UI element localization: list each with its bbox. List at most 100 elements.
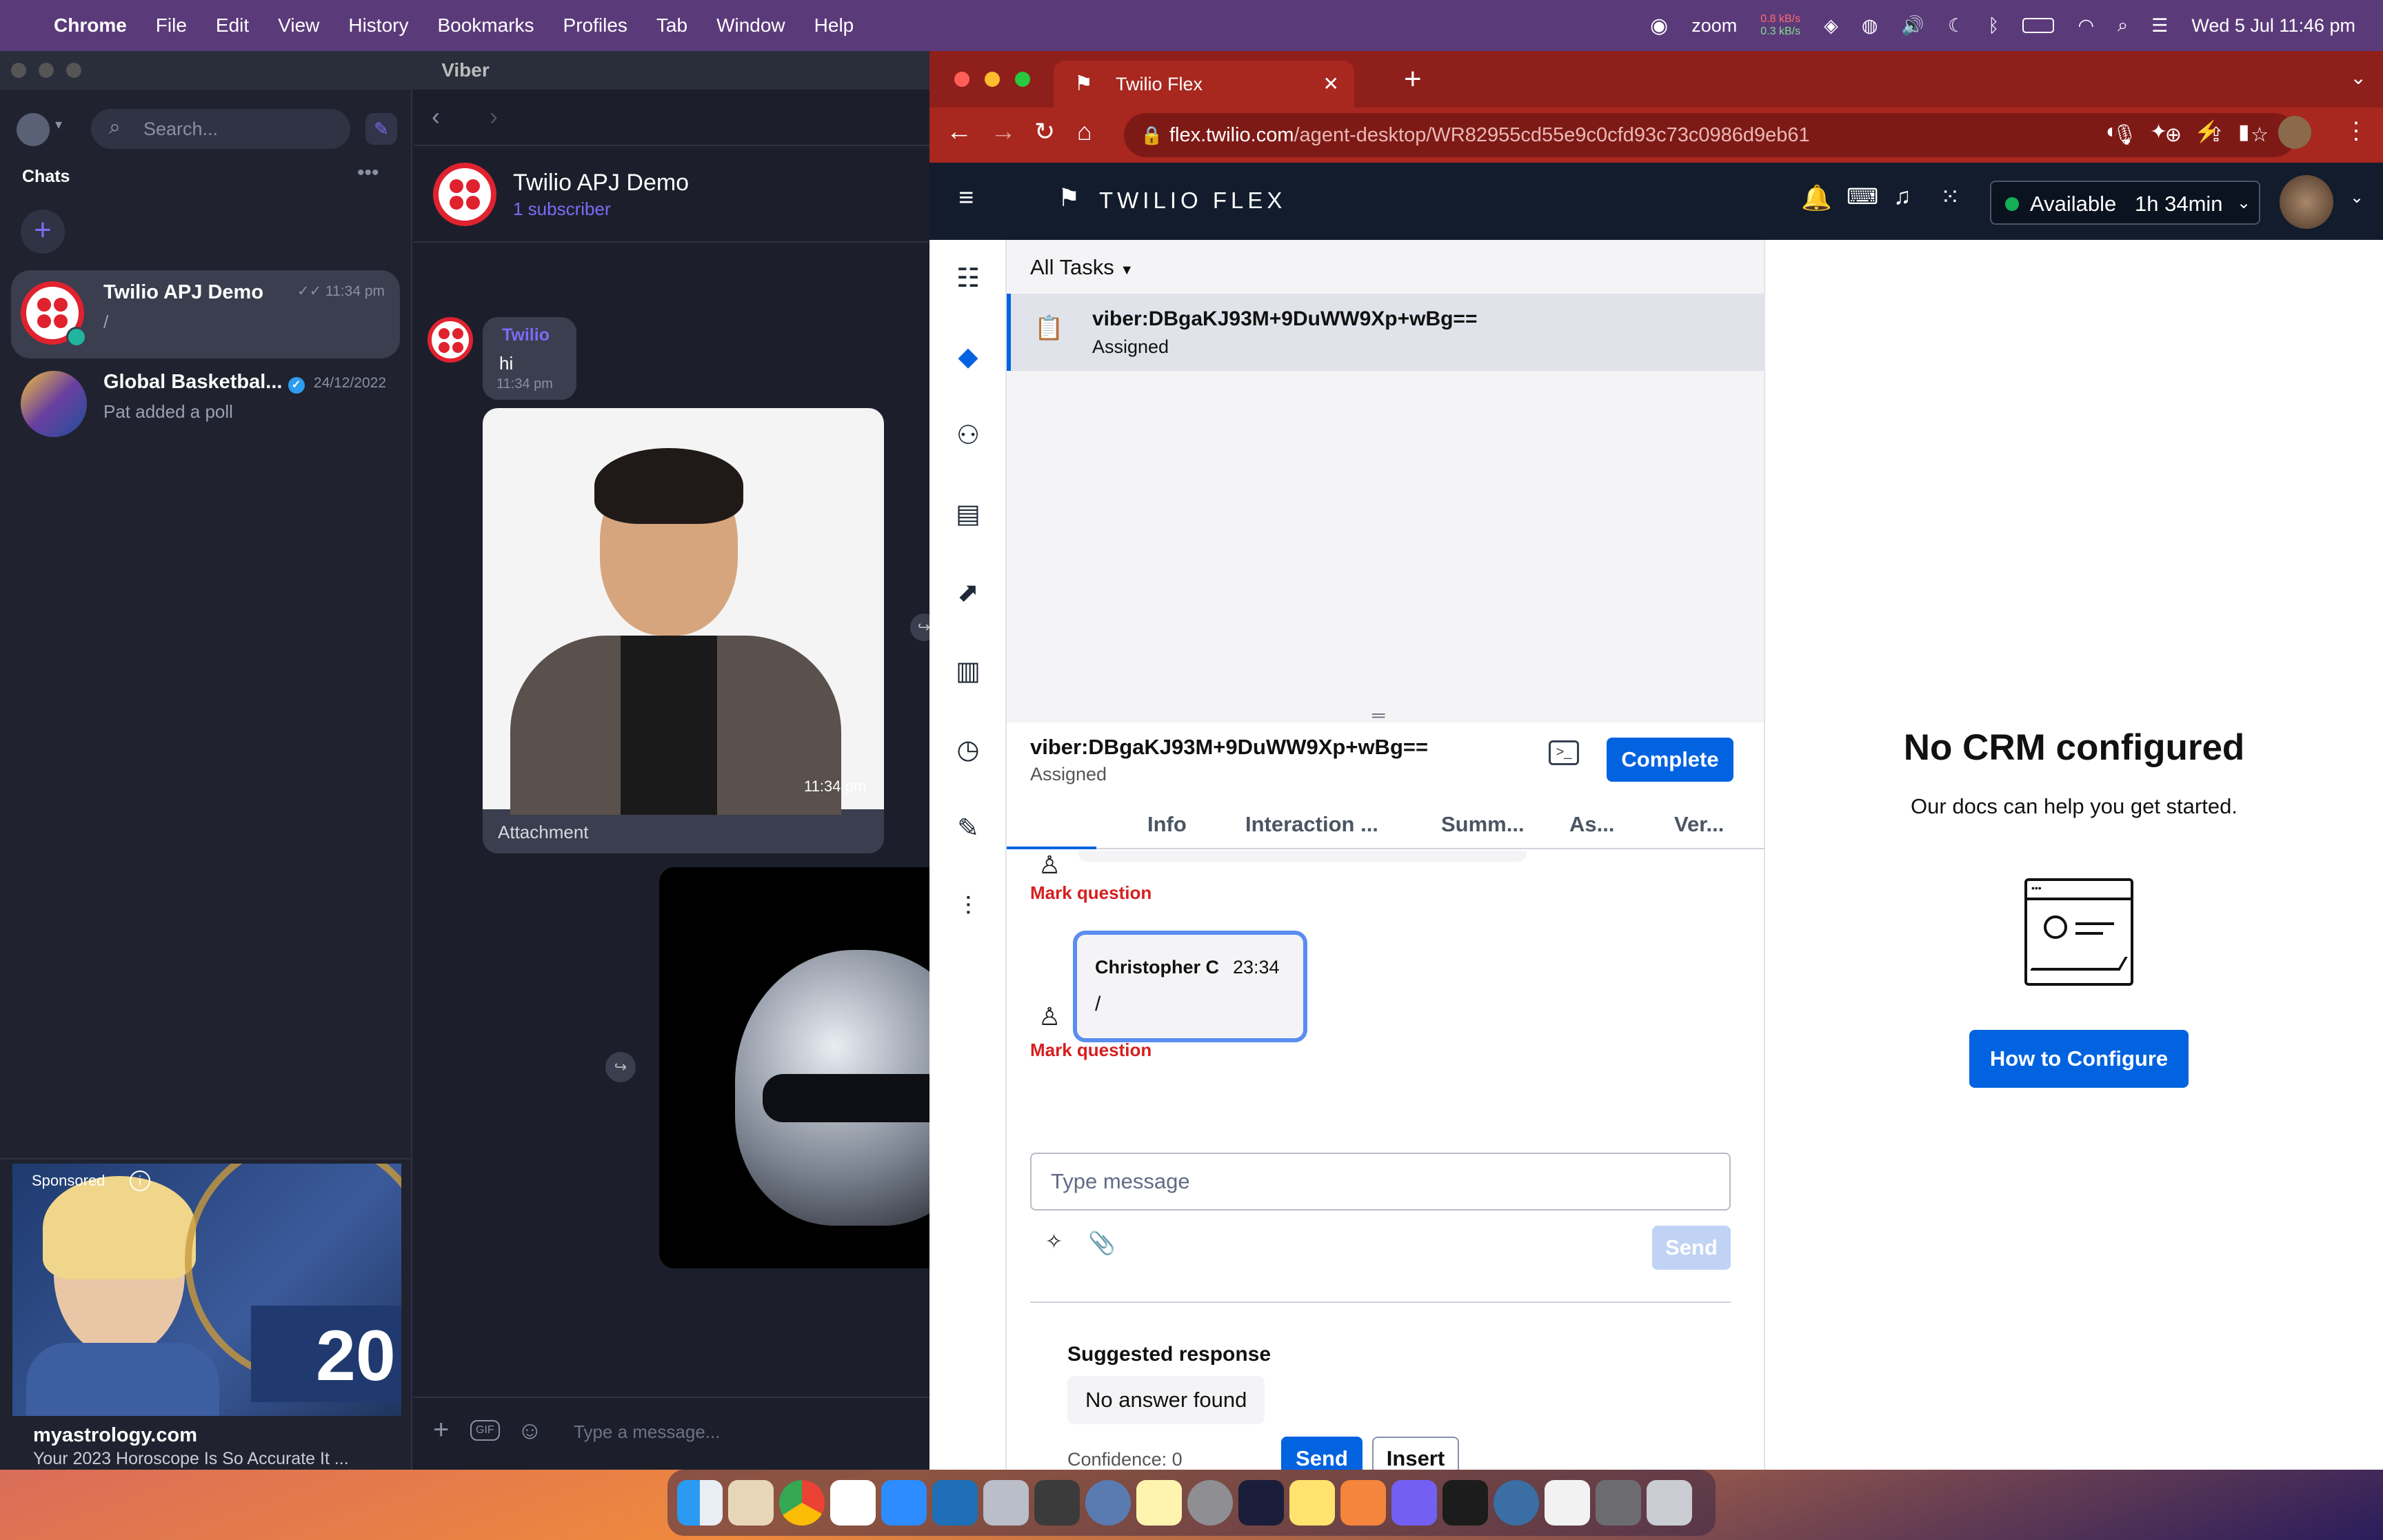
nav-reports-icon[interactable]: ▥ [949, 652, 987, 691]
zoom-button[interactable] [1015, 72, 1030, 87]
reload-icon[interactable]: ↻ [1034, 117, 1055, 146]
extensions-puzzle-icon[interactable]: ✦ [2150, 120, 2167, 144]
photo-message[interactable]: 11:34 pm Attachment [483, 408, 884, 853]
extension-icon[interactable]: ◐ [2106, 120, 2118, 143]
volume-icon[interactable]: 🔊 [1901, 14, 1924, 37]
tab-search-icon[interactable]: ⌄ [2351, 66, 2366, 89]
network-monitor[interactable]: 0.8 kB/s 0.3 kB/s [1760, 13, 1800, 38]
minimize-button[interactable] [985, 72, 1000, 87]
ad-image[interactable]: 20 Sponsored i [12, 1164, 401, 1416]
gif-icon[interactable]: GIF [470, 1420, 500, 1441]
chevron-down-icon[interactable]: ⌄ [2350, 188, 2364, 207]
drag-handle-icon[interactable]: ═ [1372, 705, 1385, 726]
chat-item-basketball[interactable]: Global Basketbal... ✓ Pat added a poll 2… [11, 360, 400, 448]
menu-help[interactable]: Help [814, 14, 854, 37]
compose-icon[interactable]: ✎ [365, 113, 397, 145]
how-to-configure-button[interactable]: How to Configure [1969, 1030, 2189, 1088]
agent-avatar[interactable] [2280, 175, 2333, 229]
audio-app-icon[interactable] [1238, 1480, 1284, 1526]
bookmark-star-icon[interactable]: ☆ [2251, 113, 2269, 157]
nav-history-clock-icon[interactable]: ◷ [949, 731, 987, 769]
add-attachment-icon[interactable]: + [433, 1415, 449, 1446]
extension-icon-2[interactable]: ⚡ [2194, 120, 2220, 144]
message-bubble[interactable]: Christopher C 23:34 / [1073, 931, 1307, 1042]
browser-tab[interactable]: ⚑ Twilio Flex ✕ [1054, 61, 1354, 108]
zoom-label[interactable]: zoom [1691, 15, 1737, 37]
task-item[interactable]: 📋 viber:DBgaKJ93M+9DuWW9Xp+wBg== Assigne… [1007, 294, 1765, 371]
system-settings-icon[interactable] [1187, 1480, 1233, 1526]
quicktime-icon[interactable] [1494, 1480, 1539, 1526]
close-button[interactable] [11, 63, 26, 78]
notes-icon[interactable] [1136, 1480, 1182, 1526]
menu-file[interactable]: File [156, 14, 187, 37]
viber-icon[interactable] [1391, 1480, 1437, 1526]
home-icon[interactable]: ⌂ [1077, 117, 1092, 146]
bluetooth-icon[interactable]: ᛒ [1988, 15, 1999, 37]
nav-directory-icon[interactable]: ▤ [949, 495, 987, 534]
message-bubble[interactable]: Twilio hi 11:34 pm [483, 317, 576, 400]
menubar-clock[interactable]: Wed 5 Jul 11:46 pm [2191, 15, 2355, 37]
nav-edit-icon[interactable]: ✎ [949, 809, 987, 848]
terminal-icon[interactable] [1442, 1480, 1488, 1526]
wifi-icon[interactable]: ◠ [2078, 15, 2094, 37]
apps-grid-icon[interactable]: ⁙ [1940, 183, 1960, 211]
sponsored-ad[interactable]: 20 Sponsored i myastrology.com Your 2023… [12, 1164, 401, 1469]
control-center-icon[interactable]: ☰ [2151, 15, 2168, 37]
suggested-send-button[interactable]: Send [1281, 1437, 1363, 1470]
address-bar[interactable]: 🔒 flex.twilio.com/agent-desktop/WR82955c… [1124, 113, 2296, 157]
nav-queues-icon[interactable]: ☷ [949, 259, 987, 298]
tab-close-icon[interactable]: ✕ [1323, 61, 1339, 108]
screenshots-folder-icon[interactable] [1596, 1480, 1641, 1526]
tab-summary[interactable]: Summ... [1441, 800, 1525, 849]
chat-item-twilio[interactable]: Twilio APJ Demo / ✓✓ 11:34 pm [11, 270, 400, 358]
mark-question-link[interactable]: Mark question [1030, 882, 1152, 904]
database-icon[interactable] [983, 1480, 1029, 1526]
terminal-icon[interactable]: >_ [1549, 740, 1579, 765]
back-arrow-icon[interactable]: ← [946, 117, 972, 147]
back-arrow-icon[interactable]: ‹ [432, 102, 440, 131]
menu-history[interactable]: History [348, 14, 408, 37]
forward-arrow-icon[interactable]: → [990, 117, 1016, 147]
vscode-icon[interactable] [932, 1480, 978, 1526]
ad-info-icon[interactable]: i [130, 1171, 150, 1191]
nav-tasks-layers-icon[interactable]: ◆ [949, 338, 987, 376]
ad-domain[interactable]: myastrology.com [33, 1424, 197, 1447]
attach-paperclip-icon[interactable]: 📎 [1088, 1230, 1116, 1256]
sticker-icon[interactable]: ☺ [517, 1416, 543, 1445]
insert-button[interactable]: Insert [1372, 1437, 1459, 1470]
globe-app-icon[interactable] [1085, 1480, 1131, 1526]
notifications-bell-icon[interactable]: 🔔 [1801, 183, 1832, 212]
downloads-folder-icon[interactable] [1545, 1480, 1590, 1526]
ad-text[interactable]: Your 2023 Horoscope Is So Accurate It ..… [33, 1449, 349, 1469]
menu-app-name[interactable]: Chrome [54, 14, 127, 37]
nav-teams-icon[interactable]: ⚇ [949, 416, 987, 455]
new-tab-button[interactable]: + [1404, 62, 1422, 97]
nav-insights-chart-icon[interactable]: ⬈ [949, 574, 987, 612]
hamburger-menu-icon[interactable]: ≡ [958, 183, 974, 213]
layers-icon[interactable]: ◈ [1824, 15, 1838, 37]
tab-info[interactable]: Info [1147, 800, 1187, 849]
helmet-image[interactable] [659, 867, 949, 1268]
minimize-button[interactable] [39, 63, 54, 78]
trash-icon[interactable] [1647, 1480, 1692, 1526]
chrome-icon[interactable] [779, 1480, 825, 1526]
sublime-icon[interactable] [1034, 1480, 1080, 1526]
menu-bookmarks[interactable]: Bookmarks [437, 14, 534, 37]
pages-icon[interactable] [1340, 1480, 1386, 1526]
zoom-in-icon[interactable]: ⊕ [2165, 113, 2182, 157]
zoom-button[interactable] [66, 63, 81, 78]
stickies-icon[interactable] [1289, 1480, 1335, 1526]
ai-sparkle-icon[interactable]: ✧ [1045, 1230, 1063, 1254]
menu-view[interactable]: View [278, 14, 319, 37]
search-icon[interactable]: ⌕ [2118, 14, 2128, 37]
forward-arrow-icon[interactable]: › [490, 102, 498, 131]
finder-icon[interactable] [677, 1480, 723, 1526]
globe-icon[interactable]: ◍ [1862, 15, 1878, 37]
zoom-icon[interactable]: ◉ [1650, 14, 1668, 38]
chevron-down-icon[interactable]: ▾ [55, 116, 62, 133]
share-icon-2[interactable]: ↪ [605, 1052, 636, 1082]
activity-icon[interactable]: ⌨ [1847, 183, 1878, 210]
tab-interaction[interactable]: Interaction ... [1245, 800, 1378, 849]
chrome-menu-icon[interactable]: ⋮ [2344, 117, 2368, 145]
more-options-icon[interactable]: ••• [357, 161, 379, 185]
